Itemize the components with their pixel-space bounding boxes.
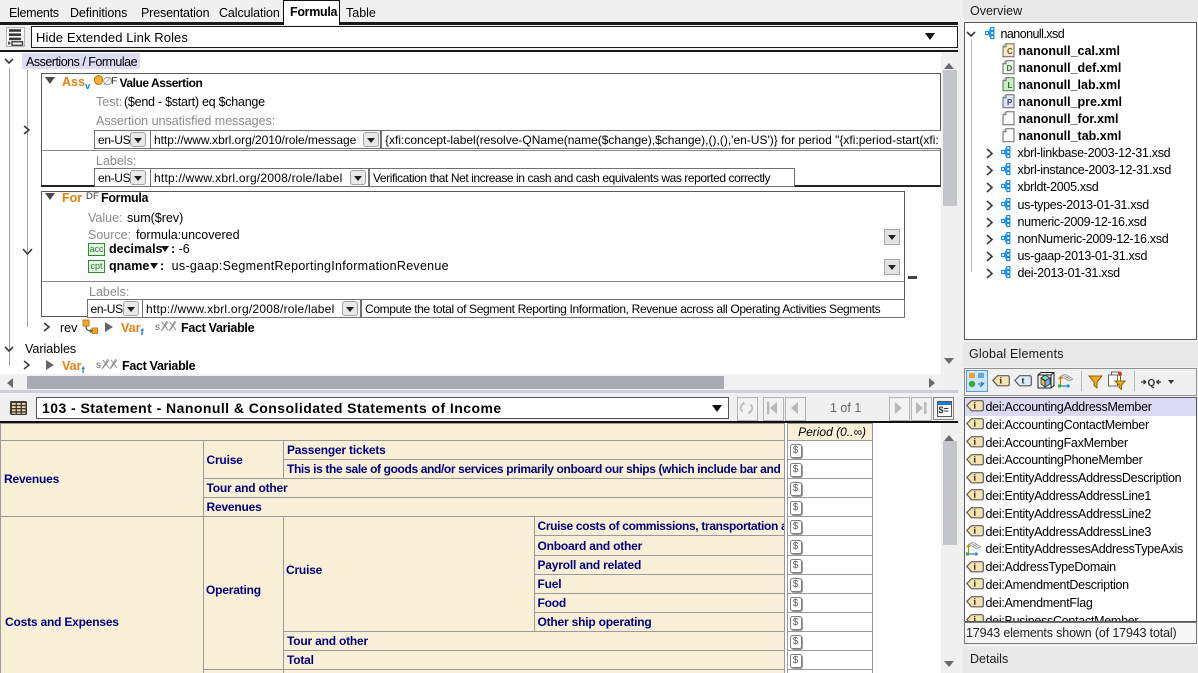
svg-text:s: s	[96, 360, 101, 370]
svg-text:t: t	[1022, 376, 1025, 386]
svg-text:L: L	[1007, 81, 1012, 90]
svg-text:D: D	[1006, 64, 1012, 73]
svg-text:Q: Q	[1148, 378, 1156, 388]
svg-text:C: C	[1007, 47, 1013, 56]
svg-text:P: P	[1007, 98, 1013, 107]
svg-text:s: s	[155, 322, 160, 332]
